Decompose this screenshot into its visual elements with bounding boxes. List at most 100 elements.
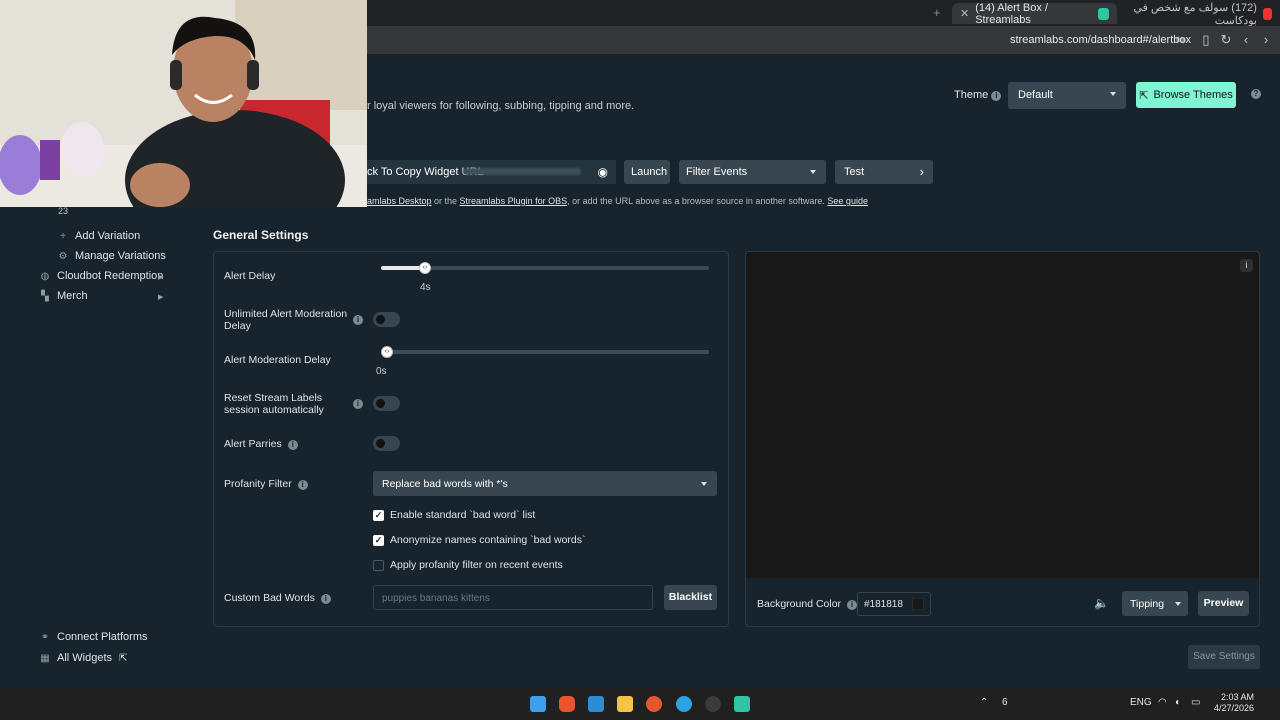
sidebar-item-all-widgets[interactable]: ▦ All Widgets ⇱ xyxy=(40,652,127,664)
standard-bad-word-checkbox[interactable]: ✓ Enable standard `bad word` list xyxy=(373,509,535,521)
anonymize-names-checkbox[interactable]: ✓ Anonymize names containing `bad words` xyxy=(373,534,586,546)
link-icon: ⚭ xyxy=(40,631,50,643)
alert-parries-toggle[interactable] xyxy=(373,436,400,451)
profanity-value: Replace bad words with *'s xyxy=(382,478,508,490)
info-icon[interactable]: i xyxy=(287,440,298,450)
reload-icon[interactable]: ↻ xyxy=(1218,32,1234,48)
sidebar-item-label: Connect Platforms xyxy=(57,631,148,643)
close-tab-icon[interactable]: ✕ xyxy=(960,7,969,20)
new-tab-button[interactable]: + xyxy=(933,5,941,20)
streamlabs-app-icon[interactable] xyxy=(734,696,750,712)
back-icon[interactable]: ‹ xyxy=(1238,32,1254,47)
chevron-right-icon: ▶ xyxy=(158,274,164,281)
speaker-icon[interactable]: ◖ xyxy=(1174,697,1180,708)
filter-events-select[interactable]: Filter Events xyxy=(679,160,826,184)
sidebar-item-label: Merch xyxy=(57,290,88,302)
alert-parries-label: Alert Parries i xyxy=(224,438,298,450)
see-guide-link[interactable]: See guide xyxy=(827,196,868,206)
webcam-overlay xyxy=(0,0,367,207)
volume-icon[interactable]: 🔈 xyxy=(1094,596,1109,610)
sidebar-item-manage-variations[interactable]: ⚙ Manage Variations xyxy=(58,250,166,262)
sidebar-item-add-variation[interactable]: + Add Variation xyxy=(58,230,140,242)
info-icon[interactable]: i xyxy=(1240,259,1253,272)
telegram-icon[interactable] xyxy=(676,696,692,712)
color-swatch[interactable] xyxy=(912,598,924,610)
theme-label-text: Theme xyxy=(954,89,989,101)
profanity-label-text: Profanity Filter xyxy=(224,478,292,490)
alert-parries-text: Alert Parries xyxy=(224,438,282,450)
chevron-up-icon[interactable]: ⌃ xyxy=(980,697,988,708)
desktop-link[interactable]: amlabs Desktop xyxy=(367,196,432,206)
tab-youtube[interactable]: (172) سولف مع شخص في بودكاست xyxy=(1122,2,1280,27)
event-type-select[interactable]: Tipping xyxy=(1122,591,1188,616)
background-color-input[interactable]: #181818 xyxy=(857,592,931,616)
checkbox-unchecked-icon[interactable] xyxy=(373,559,384,571)
obs-plugin-link[interactable]: Streamlabs Plugin for OBS xyxy=(460,196,568,206)
unlimited-moderation-toggle[interactable] xyxy=(373,312,400,327)
slider-handle[interactable]: ‹› xyxy=(381,346,393,358)
forward-icon[interactable]: › xyxy=(1258,32,1274,47)
reset-labels-toggle[interactable] xyxy=(373,396,400,411)
widget-url-field[interactable]: ck To Copy Widget URL ◉ xyxy=(367,160,616,184)
bg-color-value: #181818 xyxy=(864,599,903,610)
sidebar-item-merch[interactable]: ▚ Merch xyxy=(40,290,88,302)
bg-label-text: Background Color xyxy=(757,598,842,610)
launch-button[interactable]: Launch xyxy=(624,160,670,184)
system-clock[interactable]: 2:03 AM 4/27/2026 xyxy=(1214,692,1254,714)
vscode-icon[interactable] xyxy=(588,696,604,712)
custom-bad-words-label: Custom Bad Words i xyxy=(224,592,331,604)
preview-button[interactable]: Preview xyxy=(1198,591,1249,616)
profanity-filter-select[interactable]: Replace bad words with *'s xyxy=(373,471,717,496)
sidebar-item-label: Add Variation xyxy=(75,230,141,242)
chevron-right-icon: › xyxy=(919,164,924,179)
chevron-down-icon xyxy=(810,170,816,174)
recent-events-checkbox[interactable]: Apply profanity filter on recent events xyxy=(373,559,563,571)
sidebar-item-connect-platforms[interactable]: ⚭ Connect Platforms xyxy=(40,631,148,643)
info-icon[interactable]: i xyxy=(353,315,363,325)
tab-alert-box[interactable]: ✕ (14) Alert Box / Streamlabs xyxy=(952,2,1117,26)
custom-bad-words-text: Custom Bad Words xyxy=(224,592,315,604)
tray-badge[interactable]: 6 xyxy=(1002,697,1008,708)
share-icon[interactable]: ⇋ xyxy=(1173,32,1189,48)
chevron-down-icon xyxy=(1110,92,1116,96)
file-explorer-icon[interactable] xyxy=(617,696,633,712)
cloudbot-icon: ◍ xyxy=(40,270,50,282)
moderation-delay-slider[interactable]: ‹› xyxy=(381,346,709,358)
checkbox-checked-icon[interactable]: ✓ xyxy=(373,534,384,546)
info-icon[interactable]: i xyxy=(846,600,857,610)
browse-themes-button[interactable]: ⇱ Browse Themes xyxy=(1136,82,1236,108)
gear-icon: ⚙ xyxy=(58,250,68,262)
test-label: Test xyxy=(844,166,865,178)
settings-app-icon[interactable] xyxy=(705,696,721,712)
info-icon[interactable]: i xyxy=(320,594,331,604)
webcam-image xyxy=(0,0,367,207)
checkbox-checked-icon[interactable]: ✓ xyxy=(373,509,384,521)
sidebar-item-cloudbot[interactable]: ◍ Cloudbot Redemption xyxy=(40,270,164,282)
theme-select[interactable]: Default xyxy=(1008,82,1126,109)
theme-label: Theme i xyxy=(954,89,1002,101)
slider-handle[interactable]: ‹› xyxy=(419,262,431,274)
test-dropdown[interactable]: Test › xyxy=(835,160,933,184)
bad-words-placeholder: puppies bananas kittens xyxy=(382,593,490,604)
language-indicator[interactable]: ENG xyxy=(1130,697,1152,708)
info-icon[interactable]: i xyxy=(353,399,363,409)
save-settings-button[interactable]: Save Settings xyxy=(1188,645,1260,669)
brave-browser-icon[interactable] xyxy=(559,696,575,712)
app-icon[interactable] xyxy=(646,696,662,712)
unlimited-moderation-label: Unlimited Alert Moderation Delay xyxy=(224,308,348,332)
custom-bad-words-input[interactable]: puppies bananas kittens xyxy=(373,585,653,610)
browse-themes-label: Browse Themes xyxy=(1153,89,1233,101)
help-icon[interactable]: ? xyxy=(1251,89,1261,99)
info-icon[interactable]: i xyxy=(297,480,308,490)
bookmark-icon[interactable]: ▯ xyxy=(1198,32,1214,48)
windows-start-icon[interactable] xyxy=(530,696,546,712)
blacklist-button[interactable]: Blacklist xyxy=(664,585,717,610)
wifi-icon[interactable]: ◠ xyxy=(1158,697,1167,708)
eye-icon[interactable]: ◉ xyxy=(598,165,608,179)
alert-delay-slider[interactable]: ‹› xyxy=(381,262,709,274)
url-help-text: amlabs Desktop or the Streamlabs Plugin … xyxy=(367,196,868,206)
theme-info-icon[interactable]: i xyxy=(991,91,1002,101)
battery-icon[interactable]: ▭ xyxy=(1191,697,1200,708)
plus-icon: + xyxy=(60,230,66,242)
url-text[interactable]: streamlabs.com/dashboard#/alertbox xyxy=(1010,34,1191,46)
